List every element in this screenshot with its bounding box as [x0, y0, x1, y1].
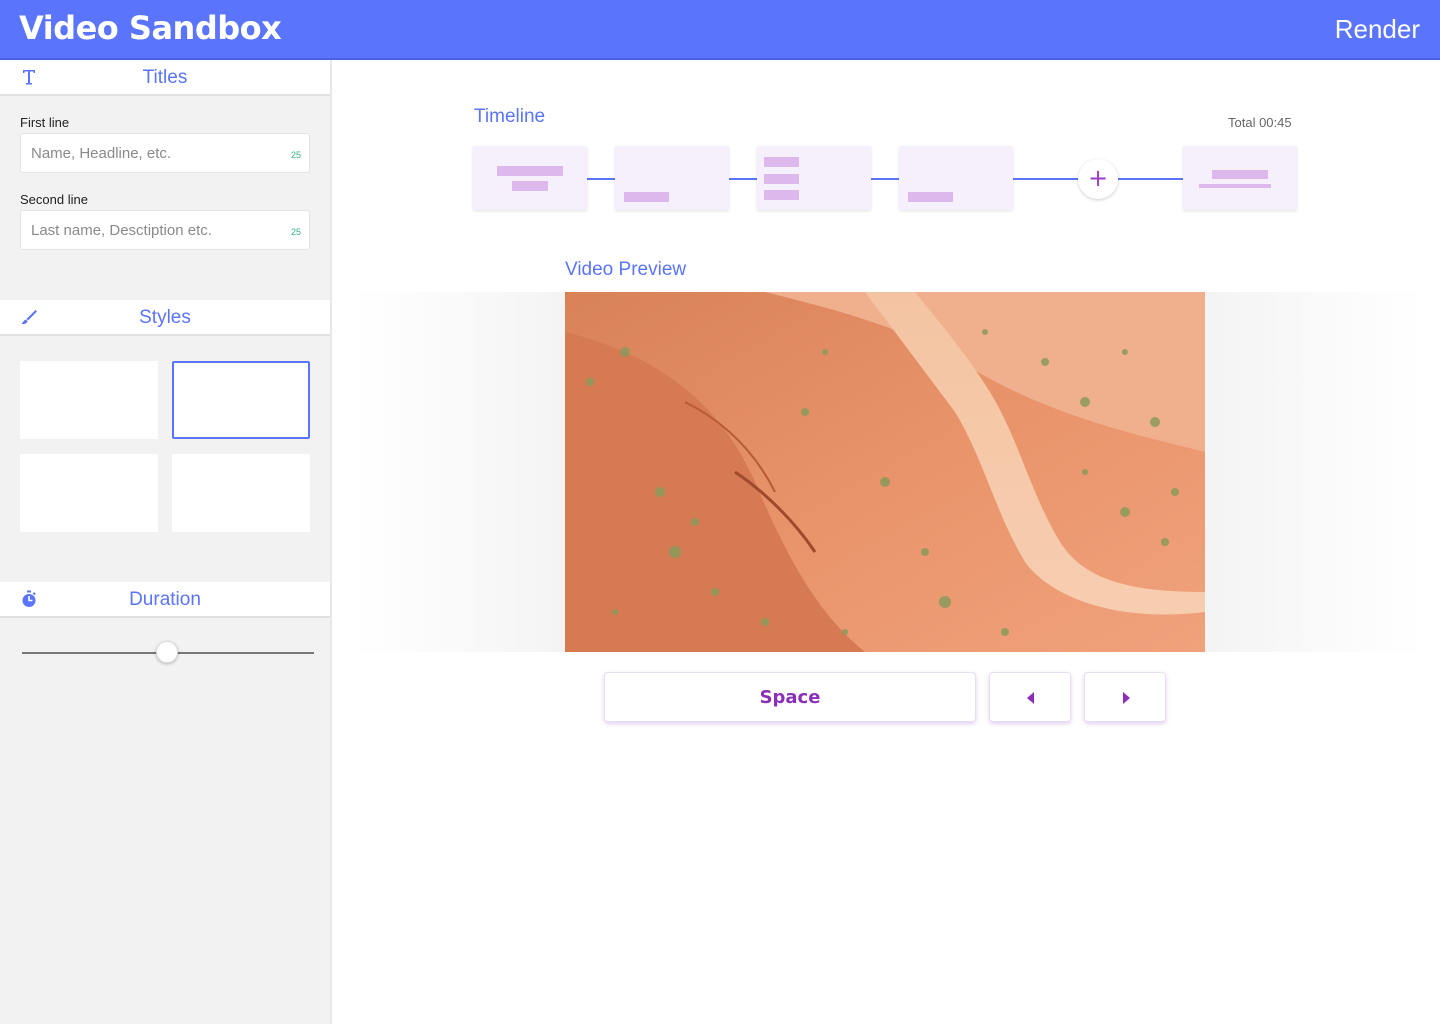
clip-thumbnail-bar [497, 166, 563, 176]
clip-thumbnail-underline [1199, 184, 1271, 188]
duration-section-title: Duration [129, 589, 201, 610]
timeline-connector [1118, 178, 1184, 180]
style-option-4[interactable] [172, 454, 310, 532]
app-header: Video Sandbox Render [0, 0, 1440, 60]
styles-section-header[interactable]: Styles [0, 300, 330, 336]
clip-thumbnail-bar [764, 157, 799, 167]
timeline-total-duration: Total 00:45 [1228, 115, 1292, 130]
duration-section-header[interactable]: Duration [0, 582, 330, 618]
second-line-input[interactable] [21, 211, 281, 249]
style-option-3[interactable] [20, 454, 158, 532]
clip-thumbnail-bar [764, 174, 799, 184]
timeline-clip-4[interactable] [899, 146, 1013, 210]
first-line-field: 25 [20, 133, 310, 173]
first-line-counter: 25 [290, 150, 301, 160]
second-line-counter: 25 [290, 227, 301, 237]
style-option-1[interactable] [20, 361, 158, 439]
clip-thumbnail-bar [624, 192, 669, 202]
plus-icon: + [1087, 164, 1109, 192]
timeline-connector [871, 178, 899, 180]
space-button-label: Space [759, 687, 821, 708]
first-line-label: First line [20, 115, 70, 130]
space-button[interactable]: Space [604, 672, 976, 722]
timeline-connector [587, 178, 615, 180]
timeline-clip-1[interactable] [473, 146, 587, 210]
previous-button[interactable] [989, 672, 1071, 722]
first-line-input[interactable] [21, 134, 281, 172]
second-line-label: Second line [20, 192, 88, 207]
timeline-clip-5[interactable] [1183, 146, 1297, 210]
timeline-connector [1013, 178, 1079, 180]
next-button[interactable] [1084, 672, 1166, 722]
add-clip-button[interactable]: + [1078, 159, 1118, 199]
style-option-2-selected[interactable] [172, 361, 310, 439]
styles-section-title: Styles [139, 307, 191, 328]
video-preview-heading: Video Preview [565, 259, 687, 280]
video-preview-image [565, 292, 1205, 652]
timeline-clip-3[interactable] [757, 146, 871, 210]
app-title: Video Sandbox [19, 9, 282, 47]
titles-section-title: Titles [142, 67, 188, 88]
clip-thumbnail-bar [1212, 170, 1268, 179]
timeline-clip-2[interactable] [615, 146, 729, 210]
timeline-heading: Timeline [474, 106, 546, 127]
titles-section-header[interactable]: Titles [0, 60, 330, 96]
sidebar: Titles First line 25 Second line 25 Styl… [0, 60, 332, 1024]
clip-thumbnail-bar [764, 190, 799, 200]
duration-slider-thumb[interactable] [156, 641, 178, 663]
caret-left-icon [1027, 692, 1034, 704]
second-line-field: 25 [20, 210, 310, 250]
clip-thumbnail-bar [512, 181, 548, 191]
clip-thumbnail-bar [908, 192, 953, 202]
render-button[interactable]: Render [1335, 14, 1420, 45]
caret-right-icon [1123, 692, 1130, 704]
timeline-connector [729, 178, 757, 180]
